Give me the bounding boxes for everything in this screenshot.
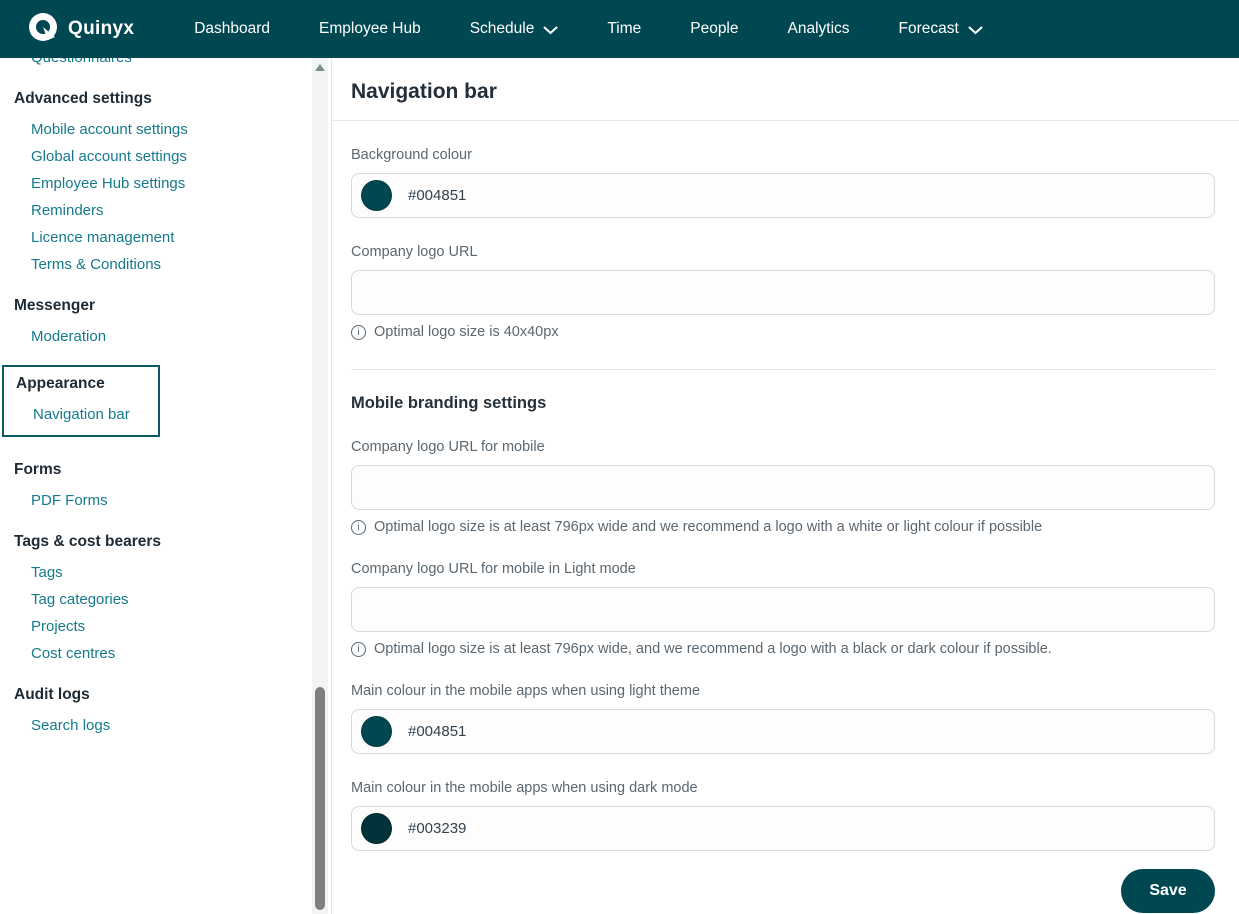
quinyx-logo-icon — [28, 12, 58, 47]
sidebar-item-pdf-forms[interactable]: PDF Forms — [31, 492, 301, 509]
main-colour-light-input[interactable]: #004851 — [351, 709, 1215, 754]
sidebar-item-navigation-bar[interactable]: Navigation bar — [33, 406, 158, 423]
sidebar-item-cost-centres[interactable]: Cost centres — [31, 645, 301, 662]
logo-mobile-light-hint: Optimal logo size is at least 796px wide… — [351, 641, 1215, 657]
hint-text: Optimal logo size is at least 796px wide… — [374, 519, 1042, 535]
nav-item-people[interactable]: People — [690, 20, 738, 38]
nav-item-schedule[interactable]: Schedule — [470, 20, 559, 38]
sidebar-heading-tags-cost-bearers: Tags & cost bearers — [14, 533, 301, 551]
sidebar-item-tags[interactable]: Tags — [31, 564, 301, 581]
chevron-down-icon — [543, 26, 558, 35]
colour-swatch[interactable] — [361, 716, 392, 747]
navigation-bar-settings-panel: Navigation bar Background colour #004851… — [333, 58, 1239, 914]
nav-item-label: Time — [607, 20, 641, 38]
title-divider — [333, 120, 1239, 121]
info-icon — [351, 642, 366, 657]
colour-value: #003239 — [408, 820, 466, 837]
sidebar-item-licence-management[interactable]: Licence management — [31, 229, 301, 246]
section-divider — [351, 369, 1215, 370]
sidebar-heading-audit-logs: Audit logs — [14, 686, 301, 704]
hint-text: Optimal logo size is at least 796px wide… — [374, 641, 1052, 657]
nav-item-label: Dashboard — [194, 20, 270, 38]
company-logo-url-label: Company logo URL — [351, 243, 1215, 261]
logo-mobile-hint: Optimal logo size is at least 796px wide… — [351, 519, 1215, 535]
scroll-up-icon[interactable] — [315, 64, 325, 71]
nav-item-employee-hub[interactable]: Employee Hub — [319, 20, 421, 38]
info-icon — [351, 325, 366, 340]
colour-value: #004851 — [408, 187, 466, 204]
top-navigation-bar: Quinyx Dashboard Employee Hub Schedule T… — [0, 0, 1239, 58]
sidebar-item-global-account-settings[interactable]: Global account settings — [31, 148, 301, 165]
sidebar-selected-section-box: Appearance Navigation bar — [2, 365, 160, 437]
brand-name: Quinyx — [68, 18, 134, 40]
sidebar-item-questionnaires[interactable]: Questionnaires — [31, 58, 301, 66]
info-icon — [351, 520, 366, 535]
nav-item-label: People — [690, 20, 738, 38]
sidebar-item-search-logs[interactable]: Search logs — [31, 717, 301, 734]
nav-item-label: Schedule — [470, 20, 535, 38]
nav-item-analytics[interactable]: Analytics — [788, 20, 850, 38]
brand[interactable]: Quinyx — [28, 12, 134, 47]
sidebar-scrollbar[interactable] — [312, 58, 328, 914]
settings-sidebar: Questionnaires Advanced settings Mobile … — [0, 58, 332, 914]
page-title: Navigation bar — [351, 80, 1215, 104]
sidebar-heading-forms: Forms — [14, 461, 301, 479]
nav-item-label: Analytics — [788, 20, 850, 38]
nav-item-forecast[interactable]: Forecast — [899, 20, 983, 38]
main-colour-dark-label: Main colour in the mobile apps when usin… — [351, 779, 1215, 797]
colour-swatch[interactable] — [361, 813, 392, 844]
sidebar-item-mobile-account-settings[interactable]: Mobile account settings — [31, 121, 301, 138]
hint-text: Optimal logo size is 40x40px — [374, 324, 559, 340]
sidebar-item-terms-conditions[interactable]: Terms & Conditions — [31, 256, 301, 273]
background-colour-input[interactable]: #004851 — [351, 173, 1215, 218]
company-logo-url-hint: Optimal logo size is 40x40px — [351, 324, 1215, 340]
sidebar-item-moderation[interactable]: Moderation — [31, 328, 301, 345]
sidebar-item-tag-categories[interactable]: Tag categories — [31, 591, 301, 608]
main-colour-dark-input[interactable]: #003239 — [351, 806, 1215, 851]
sidebar-item-employee-hub-settings[interactable]: Employee Hub settings — [31, 175, 301, 192]
logo-mobile-light-label: Company logo URL for mobile in Light mod… — [351, 560, 1215, 578]
chevron-down-icon — [968, 26, 983, 35]
main-colour-light-label: Main colour in the mobile apps when usin… — [351, 682, 1215, 700]
colour-swatch[interactable] — [361, 180, 392, 211]
sidebar-item-projects[interactable]: Projects — [31, 618, 301, 635]
logo-mobile-light-input[interactable] — [351, 587, 1215, 632]
nav-item-time[interactable]: Time — [607, 20, 641, 38]
company-logo-url-input[interactable] — [351, 270, 1215, 315]
sidebar-item-reminders[interactable]: Reminders — [31, 202, 301, 219]
scrollbar-thumb[interactable] — [315, 687, 325, 910]
sidebar-heading-advanced-settings: Advanced settings — [14, 90, 301, 108]
nav-item-label: Employee Hub — [319, 20, 421, 38]
sidebar-heading-appearance: Appearance — [16, 375, 158, 393]
mobile-branding-heading: Mobile branding settings — [351, 394, 1215, 413]
top-nav-menu: Dashboard Employee Hub Schedule Time Peo… — [194, 20, 983, 38]
nav-item-dashboard[interactable]: Dashboard — [194, 20, 270, 38]
nav-item-label: Forecast — [899, 20, 959, 38]
colour-value: #004851 — [408, 723, 466, 740]
background-colour-label: Background colour — [351, 146, 1215, 164]
logo-mobile-label: Company logo URL for mobile — [351, 438, 1215, 456]
sidebar-heading-messenger: Messenger — [14, 297, 301, 315]
save-button[interactable]: Save — [1121, 869, 1215, 913]
logo-mobile-input[interactable] — [351, 465, 1215, 510]
